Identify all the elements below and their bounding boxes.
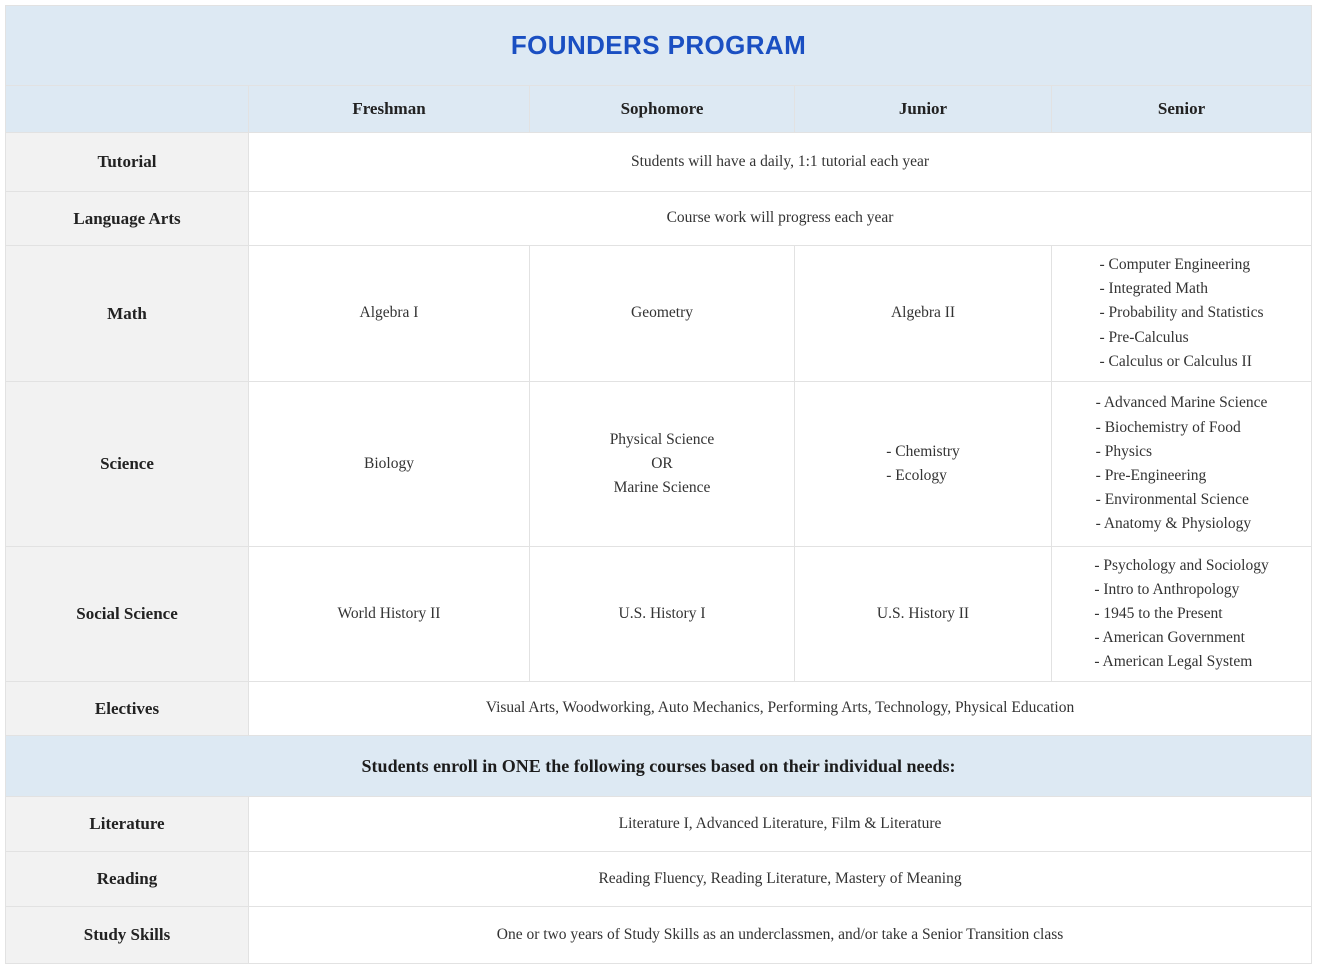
cell-math-freshman: Algebra I — [248, 245, 530, 382]
social-science-senior-list: - Psychology and Sociology - Intro to Ant… — [1094, 554, 1268, 675]
cell-social-science-junior: U.S. History II — [794, 546, 1052, 682]
list-item: - Pre-Engineering — [1095, 467, 1207, 484]
enrollment-banner-text: Students enroll in ONE the following cou… — [4, 735, 1313, 797]
cell-science-senior: - Advanced Marine Science - Biochemistry … — [1050, 381, 1313, 547]
table-row-electives: Electives Visual Arts, Woodworking, Auto… — [5, 681, 1313, 736]
list-item: - Psychology and Sociology — [1094, 556, 1269, 574]
page-container: FOUNDERS PROGRAM Freshman Sophomore Juni… — [0, 0, 1319, 964]
cell-language-arts-all-years: Course work will progress each year — [247, 191, 1313, 246]
table-row-science: Science Biology Physical Science OR Marine… — [5, 381, 1313, 547]
cell-science-freshman: Biology — [248, 381, 530, 547]
cell-reading-courses: Reading Fluency, Reading Literature, Mas… — [247, 851, 1313, 907]
cell-tutorial-all-years: Students will have a daily, 1:1 tutorial… — [247, 132, 1313, 192]
row-label-social-science: Social Science — [5, 546, 249, 682]
page-title: FOUNDERS PROGRAM — [510, 30, 807, 61]
cell-science-sophomore: Physical Science OR Marine Science — [529, 381, 795, 547]
table-row-math: Math Algebra I Geometry Algebra II - Com… — [5, 245, 1313, 382]
column-header-junior: Junior — [794, 85, 1052, 133]
table-row-language-arts: Language Arts Course work will progress … — [5, 191, 1313, 246]
list-item: - American Legal System — [1094, 653, 1253, 671]
list-item: - Biochemistry of Food — [1095, 418, 1241, 436]
list-item: Marine Science — [613, 479, 711, 496]
list-item: - 1945 to the Present — [1094, 604, 1223, 622]
list-item: Physical Science — [609, 430, 715, 448]
science-junior-list: - Chemistry - Ecology — [886, 440, 960, 488]
cell-science-junior: - Chemistry - Ecology — [794, 381, 1052, 547]
row-label-math: Math — [5, 245, 249, 382]
cell-social-science-sophomore: U.S. History I — [529, 546, 795, 682]
column-header-sophomore: Sophomore — [529, 85, 795, 133]
science-sophomore-lines: Physical Science OR Marine Science — [530, 428, 794, 500]
list-item: - Probability and Statistics — [1099, 304, 1264, 322]
table-row-study-skills: Study Skills One or two years of Study S… — [5, 906, 1313, 964]
column-header-row: Freshman Sophomore Junior Senior — [5, 85, 1313, 133]
title-cell: FOUNDERS PROGRAM — [4, 5, 1313, 86]
list-item: - Environmental Science — [1095, 491, 1249, 509]
row-label-electives: Electives — [5, 681, 249, 736]
cell-math-sophomore: Geometry — [529, 245, 795, 382]
table-row-enrollment-banner: Students enroll in ONE the following cou… — [4, 735, 1313, 797]
row-label-tutorial: Tutorial — [5, 132, 249, 192]
table-row-social-science: Social Science World History II U.S. His… — [5, 546, 1313, 682]
list-item: - Chemistry — [886, 442, 960, 460]
column-header-senior: Senior — [1050, 85, 1313, 133]
cell-literature-courses: Literature I, Advanced Literature, Film … — [247, 796, 1313, 852]
cell-social-science-senior: - Psychology and Sociology - Intro to Ant… — [1050, 546, 1313, 682]
list-item: - Computer Engineering — [1099, 256, 1251, 274]
list-item: - Physics — [1095, 442, 1153, 460]
list-item: - Anatomy & Physiology — [1095, 515, 1252, 533]
row-label-language-arts: Language Arts — [5, 191, 249, 246]
row-label-science: Science — [5, 381, 249, 547]
list-item: - Ecology — [886, 467, 947, 484]
math-senior-list: - Computer Engineering - Integrated Math -… — [1100, 253, 1264, 374]
list-item: - Advanced Marine Science — [1095, 394, 1268, 412]
row-label-study-skills: Study Skills — [5, 906, 249, 964]
header-corner-cell — [5, 85, 249, 133]
table-row-tutorial: Tutorial Students will have a daily, 1:1… — [5, 132, 1313, 192]
title-row: FOUNDERS PROGRAM — [4, 5, 1313, 86]
cell-math-junior: Algebra II — [794, 245, 1052, 382]
science-senior-list: - Advanced Marine Science - Biochemistry … — [1096, 391, 1268, 536]
cell-electives-all-years: Visual Arts, Woodworking, Auto Mechanics… — [247, 681, 1313, 736]
table-row-reading: Reading Reading Fluency, Reading Literat… — [5, 851, 1313, 907]
row-label-literature: Literature — [5, 796, 249, 852]
list-item: - Pre-Calculus — [1099, 328, 1189, 346]
cell-social-science-freshman: World History II — [248, 546, 530, 682]
list-item: - Intro to Anthropology — [1094, 580, 1240, 598]
founders-program-table: FOUNDERS PROGRAM Freshman Sophomore Juni… — [4, 5, 1313, 964]
cell-math-senior: - Computer Engineering - Integrated Math -… — [1050, 245, 1313, 382]
list-item: - American Government — [1094, 629, 1245, 647]
row-label-reading: Reading — [5, 851, 249, 907]
table-row-literature: Literature Literature I, Advanced Litera… — [5, 796, 1313, 852]
list-item: OR — [651, 454, 673, 472]
list-item: - Calculus or Calculus II — [1099, 352, 1252, 370]
list-item: - Integrated Math — [1099, 280, 1208, 298]
column-header-freshman: Freshman — [248, 85, 530, 133]
cell-study-skills-courses: One or two years of Study Skills as an u… — [247, 906, 1313, 964]
